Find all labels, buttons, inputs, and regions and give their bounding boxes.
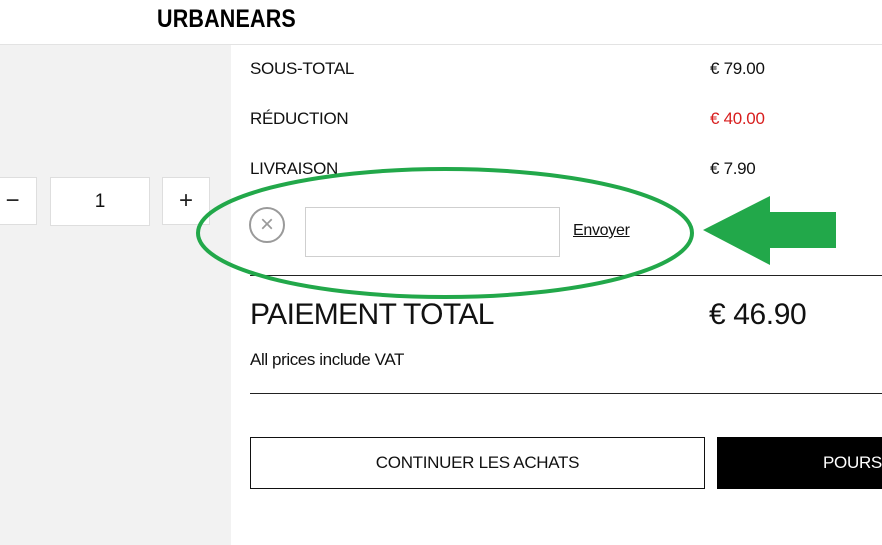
discount-value: € 40.00 <box>710 109 765 128</box>
shipping-label: LIVRAISON <box>250 159 338 178</box>
vat-note: All prices include VAT <box>250 350 405 369</box>
divider-bottom <box>250 393 882 394</box>
quantity-decrease-button[interactable]: − <box>0 177 37 225</box>
discount-label: RÉDUCTION <box>250 109 349 128</box>
close-circle-icon[interactable]: × <box>249 207 285 243</box>
quantity-value[interactable]: 1 <box>50 177 150 226</box>
cart-item-panel: − 1 + <box>0 45 231 545</box>
divider-top <box>250 275 882 276</box>
continue-shopping-button[interactable]: CONTINUER LES ACHATS <box>250 437 705 489</box>
brand-logo[interactable]: URBANEARS <box>157 5 296 34</box>
promo-submit-link[interactable]: Envoyer <box>573 222 630 240</box>
site-header: URBANEARS <box>0 0 882 45</box>
checkout-button[interactable]: POURS <box>717 437 882 489</box>
promo-code-input[interactable] <box>305 207 560 257</box>
subtotal-value: € 79.00 <box>710 59 765 78</box>
shipping-value: € 7.90 <box>710 159 756 178</box>
checkout-page: URBANEARS − 1 + SOUS-TOTAL € 79.00 RÉDUC… <box>0 0 882 545</box>
quantity-increase-button[interactable]: + <box>162 177 210 225</box>
total-value: € 46.90 <box>709 298 807 331</box>
total-label: PAIEMENT TOTAL <box>250 298 494 331</box>
subtotal-label: SOUS-TOTAL <box>250 59 355 78</box>
arrow-left-icon <box>703 196 836 265</box>
